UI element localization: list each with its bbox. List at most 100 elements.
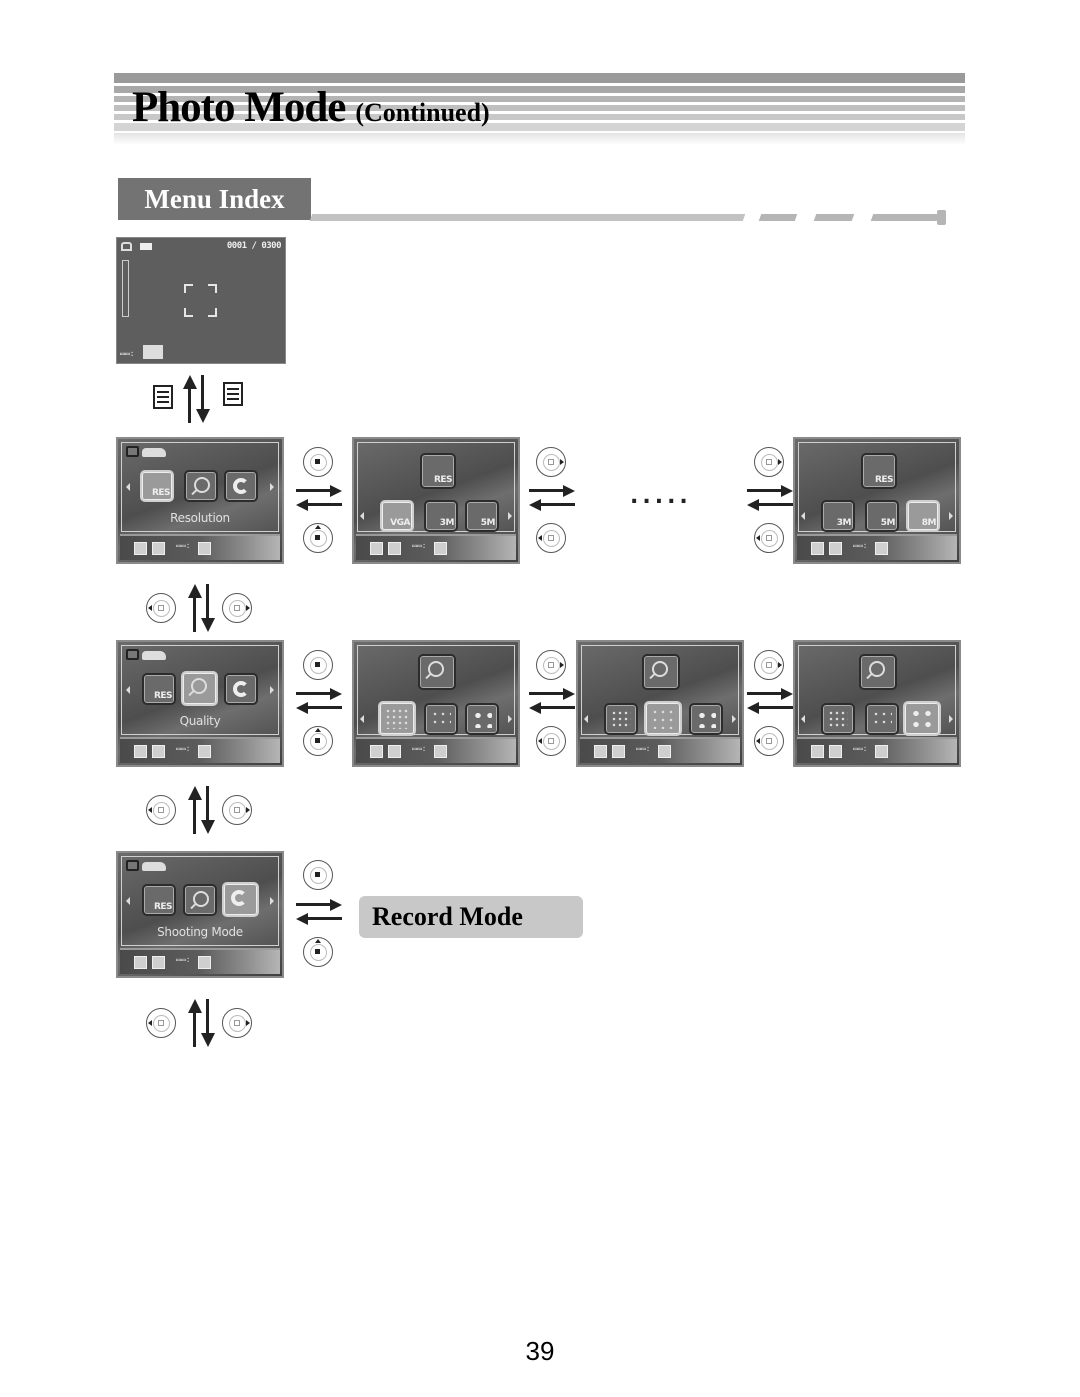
dpad-right-icon bbox=[536, 447, 566, 477]
dpad-right-icon bbox=[222, 795, 252, 825]
battery-icon bbox=[140, 243, 152, 250]
dpad-right-icon bbox=[754, 447, 784, 477]
scroll-right-icon bbox=[732, 715, 736, 723]
status-bar: ▭▭: bbox=[580, 737, 740, 763]
left-right-arrows-icon bbox=[296, 897, 342, 927]
quality-economy-tile bbox=[465, 703, 499, 735]
left-right-arrows-icon bbox=[747, 686, 793, 716]
scroll-right-icon bbox=[508, 715, 512, 723]
page-title: Photo Mode (Continued) bbox=[132, 83, 490, 132]
left-right-arrows-icon bbox=[529, 686, 575, 716]
scroll-right-icon bbox=[949, 512, 953, 520]
quality-options-screen-fine: ▭▭: bbox=[352, 640, 520, 767]
dpad-left-icon bbox=[754, 523, 784, 553]
left-right-arrows-icon bbox=[529, 483, 575, 513]
header-stripe bbox=[114, 73, 965, 83]
page-title-subtitle: (Continued) bbox=[355, 98, 490, 127]
ellipsis: ..... bbox=[630, 484, 692, 509]
mode-icons bbox=[126, 860, 176, 872]
left-right-arrows-icon bbox=[296, 686, 342, 716]
shooting-mode-menu-screen: RES Shooting Mode ▭▭: bbox=[116, 851, 284, 978]
scroll-right-icon bbox=[949, 715, 953, 723]
scroll-left-icon bbox=[360, 512, 364, 520]
dpad-up-icon bbox=[303, 523, 333, 553]
quality-options-screen-normal: ▭▭: bbox=[576, 640, 744, 767]
camera-mode-icon bbox=[121, 242, 132, 251]
menu-button-icon bbox=[153, 385, 173, 409]
option-tile-3m: 3M bbox=[821, 500, 855, 532]
up-down-arrows-icon bbox=[187, 999, 215, 1047]
scroll-left-icon bbox=[126, 483, 130, 491]
focus-bracket-icon bbox=[208, 284, 217, 293]
quality-fine-tile bbox=[604, 703, 638, 735]
status-bar: ▭▭: bbox=[120, 534, 280, 560]
scroll-left-icon bbox=[801, 512, 805, 520]
scroll-left-icon bbox=[584, 715, 588, 723]
scroll-left-icon bbox=[801, 715, 805, 723]
quality-header-tile bbox=[859, 654, 897, 690]
res-header-tile: RES bbox=[861, 453, 897, 489]
left-right-arrows-icon bbox=[747, 483, 793, 513]
status-bar: ▭▭: bbox=[356, 737, 516, 763]
resolution-menu-screen: RES Resolution ▭▭: bbox=[116, 437, 284, 564]
mode-icons bbox=[126, 446, 176, 458]
dpad-left-icon bbox=[146, 795, 176, 825]
focus-bracket-icon bbox=[184, 284, 193, 293]
resolution-tile: RES bbox=[142, 884, 176, 916]
dpad-right-icon bbox=[536, 650, 566, 680]
status-bar: ▭▭: bbox=[120, 737, 280, 763]
quality-normal-tile bbox=[644, 701, 682, 736]
scroll-right-icon bbox=[270, 483, 274, 491]
image-size-icon bbox=[143, 345, 163, 359]
scroll-right-icon bbox=[270, 686, 274, 694]
camera-preview-screen: 0001 / 0300 ▭▭: bbox=[116, 237, 286, 364]
scroll-right-icon bbox=[270, 897, 274, 905]
resolution-tile: RES bbox=[142, 673, 176, 705]
toggle-arrows-icon bbox=[182, 375, 210, 423]
up-down-arrows-icon bbox=[187, 584, 215, 632]
quality-fine-tile bbox=[821, 703, 855, 735]
dpad-left-icon bbox=[146, 593, 176, 623]
dpad-up-icon bbox=[303, 937, 333, 967]
quality-menu-screen: RES Quality ▭▭: bbox=[116, 640, 284, 767]
menu-caption: Quality bbox=[179, 714, 221, 728]
quality-header-tile bbox=[418, 654, 456, 690]
status-bar: ▭▭: bbox=[356, 534, 516, 560]
quality-tile bbox=[181, 671, 218, 706]
dpad-right-icon bbox=[222, 1008, 252, 1038]
resolution-tile: RES bbox=[140, 470, 174, 502]
resolution-options-screen-last: RES 3M 5M 8M ▭▭: bbox=[793, 437, 961, 564]
dpad-left-icon bbox=[536, 523, 566, 553]
dpad-left-icon bbox=[146, 1008, 176, 1038]
focus-bracket-icon bbox=[184, 308, 193, 317]
page-title-main: Photo Mode bbox=[132, 84, 346, 131]
dpad-left-icon bbox=[536, 726, 566, 756]
scroll-left-icon bbox=[360, 715, 364, 723]
option-tile-5m: 5M bbox=[465, 500, 499, 532]
quality-normal-tile bbox=[865, 703, 899, 735]
scroll-right-icon bbox=[508, 512, 512, 520]
quality-economy-tile bbox=[903, 701, 941, 736]
scroll-left-icon bbox=[126, 686, 130, 694]
record-mode-link[interactable]: Record Mode bbox=[359, 896, 583, 938]
section-rule-dash bbox=[813, 214, 855, 221]
mode-icons bbox=[126, 649, 176, 661]
status-bar: ▭▭: bbox=[797, 737, 957, 763]
section-heading: Menu Index bbox=[118, 178, 311, 220]
dpad-left-icon bbox=[754, 726, 784, 756]
dpad-right-icon bbox=[222, 593, 252, 623]
status-bar: ▭▭: bbox=[797, 534, 957, 560]
shooting-mode-tile bbox=[222, 882, 259, 917]
focus-bracket-icon bbox=[208, 308, 217, 317]
dpad-right-icon bbox=[754, 650, 784, 680]
section-rule-dash bbox=[758, 214, 798, 221]
left-right-arrows-icon bbox=[296, 483, 342, 513]
section-rule bbox=[309, 214, 746, 221]
section-rule-dash bbox=[870, 214, 940, 221]
status-label: ▭▭: bbox=[120, 349, 135, 358]
dpad-up-icon bbox=[303, 726, 333, 756]
dpad-center-icon bbox=[303, 860, 333, 890]
dpad-center-icon bbox=[303, 447, 333, 477]
option-tile-3m: 3M bbox=[424, 500, 458, 532]
res-header-tile: RES bbox=[420, 453, 456, 489]
